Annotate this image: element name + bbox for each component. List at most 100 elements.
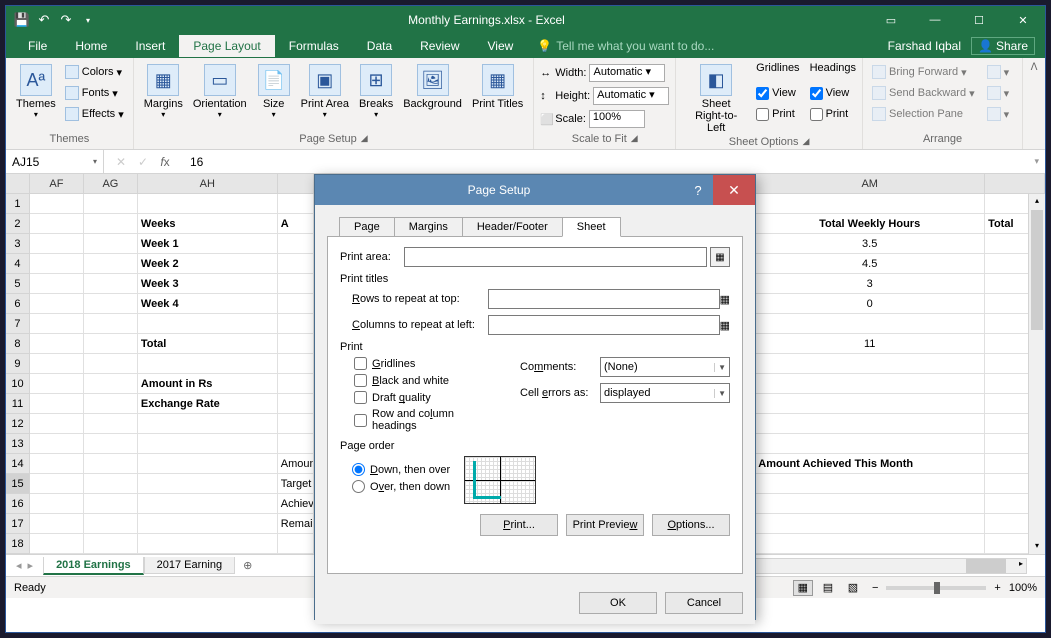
col-header[interactable]: AM bbox=[755, 174, 985, 193]
gridlines-cb[interactable] bbox=[354, 357, 367, 370]
cell[interactable]: Total bbox=[138, 334, 278, 354]
row-header[interactable]: 9 bbox=[6, 354, 30, 374]
tab-file[interactable]: File bbox=[14, 35, 61, 57]
maximize-icon[interactable]: ☐ bbox=[957, 6, 1001, 34]
cell[interactable] bbox=[30, 354, 84, 374]
cell[interactable] bbox=[278, 434, 314, 454]
bw-check[interactable]: Black and white bbox=[352, 374, 500, 387]
cell[interactable] bbox=[278, 194, 314, 214]
sheet-tab-active[interactable]: 2018 Earnings bbox=[43, 557, 144, 575]
cell[interactable] bbox=[30, 534, 84, 554]
dialog-titlebar[interactable]: Page Setup ? ✕ bbox=[315, 175, 755, 205]
row-header[interactable]: 15 bbox=[6, 474, 30, 494]
qat-customize-icon[interactable]: ▾ bbox=[80, 12, 96, 28]
cell[interactable] bbox=[278, 394, 314, 414]
cell[interactable] bbox=[278, 274, 314, 294]
cell[interactable] bbox=[84, 334, 138, 354]
cell[interactable]: Remain bbox=[278, 514, 314, 534]
cell[interactable] bbox=[755, 474, 985, 494]
cell[interactable] bbox=[138, 494, 278, 514]
tab-data[interactable]: Data bbox=[353, 35, 406, 57]
cell[interactable] bbox=[30, 474, 84, 494]
row-header[interactable]: 16 bbox=[6, 494, 30, 514]
cell[interactable]: Total Weekly Hours bbox=[755, 214, 985, 234]
comments-select[interactable]: (None)▼ bbox=[600, 357, 730, 377]
cell[interactable] bbox=[84, 434, 138, 454]
cell[interactable] bbox=[755, 394, 985, 414]
cell[interactable]: Amount Achieved This Month bbox=[755, 454, 985, 474]
cell[interactable]: Amoun bbox=[278, 454, 314, 474]
row-header[interactable]: 5 bbox=[6, 274, 30, 294]
headings-view-check[interactable]: View bbox=[810, 83, 856, 103]
col-header[interactable]: AF bbox=[30, 174, 84, 193]
cell[interactable] bbox=[278, 354, 314, 374]
draft-check[interactable]: Draft quality bbox=[352, 391, 500, 404]
breaks-button[interactable]: ⊞Breaks▾ bbox=[355, 62, 397, 121]
row-header[interactable]: 11 bbox=[6, 394, 30, 414]
gridlines-print-check[interactable]: Print bbox=[756, 104, 799, 124]
sheet-options-launcher[interactable]: ◢ bbox=[803, 136, 810, 148]
user-name[interactable]: Farshad Iqbal bbox=[888, 39, 961, 53]
row-header[interactable]: 8 bbox=[6, 334, 30, 354]
tab-view[interactable]: View bbox=[474, 35, 528, 57]
tab-home[interactable]: Home bbox=[61, 35, 121, 57]
expand-formula-icon[interactable]: ▾ bbox=[1028, 156, 1045, 167]
print-area-input[interactable] bbox=[404, 247, 707, 267]
cell[interactable] bbox=[278, 374, 314, 394]
col-header[interactable] bbox=[278, 174, 314, 193]
cell[interactable] bbox=[84, 274, 138, 294]
down-over-radio[interactable]: Down, then over bbox=[352, 463, 450, 476]
cell[interactable]: 3 bbox=[755, 274, 985, 294]
cell[interactable] bbox=[755, 354, 985, 374]
size-button[interactable]: 📄Size▾ bbox=[253, 62, 295, 121]
headings-print-cb[interactable] bbox=[810, 108, 823, 121]
rows-repeat-input[interactable] bbox=[488, 289, 720, 309]
over-down-radio[interactable]: Over, then down bbox=[352, 480, 450, 493]
dlg-tab-page[interactable]: Page bbox=[339, 217, 395, 237]
zoom-slider[interactable] bbox=[886, 586, 986, 590]
cell[interactable]: Week 2 bbox=[138, 254, 278, 274]
fx-icon[interactable]: fx bbox=[156, 155, 174, 169]
draft-cb[interactable] bbox=[354, 391, 367, 404]
scale-input[interactable]: 100% bbox=[589, 110, 645, 128]
save-icon[interactable]: 💾 bbox=[14, 12, 30, 28]
cell[interactable] bbox=[278, 534, 314, 554]
row-header[interactable]: 4 bbox=[6, 254, 30, 274]
formula-input[interactable]: 16 bbox=[182, 155, 1028, 169]
cell[interactable] bbox=[755, 514, 985, 534]
sheet-tab[interactable]: 2017 Earning bbox=[144, 557, 235, 574]
tab-insert[interactable]: Insert bbox=[121, 35, 179, 57]
row-header[interactable]: 18 bbox=[6, 534, 30, 554]
cell[interactable] bbox=[84, 214, 138, 234]
row-header[interactable]: 17 bbox=[6, 514, 30, 534]
cell[interactable] bbox=[30, 434, 84, 454]
col-header[interactable]: AH bbox=[138, 174, 278, 193]
rows-repeat-picker-icon[interactable]: ▦ bbox=[720, 293, 730, 306]
cell[interactable] bbox=[84, 394, 138, 414]
cols-repeat-input[interactable] bbox=[488, 315, 720, 335]
row-header[interactable]: 12 bbox=[6, 414, 30, 434]
minimize-icon[interactable]: — bbox=[913, 6, 957, 34]
close-icon[interactable]: ✕ bbox=[1001, 6, 1045, 34]
cell[interactable] bbox=[84, 254, 138, 274]
gridlines-view-check[interactable]: View bbox=[756, 83, 799, 103]
collapse-ribbon-icon[interactable]: ᐱ bbox=[1031, 62, 1038, 73]
row-header[interactable]: 6 bbox=[6, 294, 30, 314]
cell[interactable] bbox=[755, 534, 985, 554]
enter-formula-icon[interactable]: ✓ bbox=[134, 155, 152, 169]
cell[interactable] bbox=[84, 294, 138, 314]
row-header[interactable]: 1 bbox=[6, 194, 30, 214]
cell[interactable] bbox=[84, 474, 138, 494]
row-header[interactable]: 2 bbox=[6, 214, 30, 234]
cell[interactable] bbox=[755, 314, 985, 334]
gridlines-check[interactable]: Gridlines bbox=[352, 357, 500, 370]
cell[interactable] bbox=[84, 314, 138, 334]
cell[interactable] bbox=[138, 514, 278, 534]
bw-cb[interactable] bbox=[354, 374, 367, 387]
cell[interactable] bbox=[30, 334, 84, 354]
normal-view-icon[interactable]: ▦ bbox=[793, 580, 813, 596]
cell[interactable] bbox=[755, 434, 985, 454]
redo-icon[interactable]: ↷ bbox=[58, 12, 74, 28]
rowcol-cb[interactable] bbox=[354, 414, 367, 427]
cell[interactable]: 11 bbox=[755, 334, 985, 354]
